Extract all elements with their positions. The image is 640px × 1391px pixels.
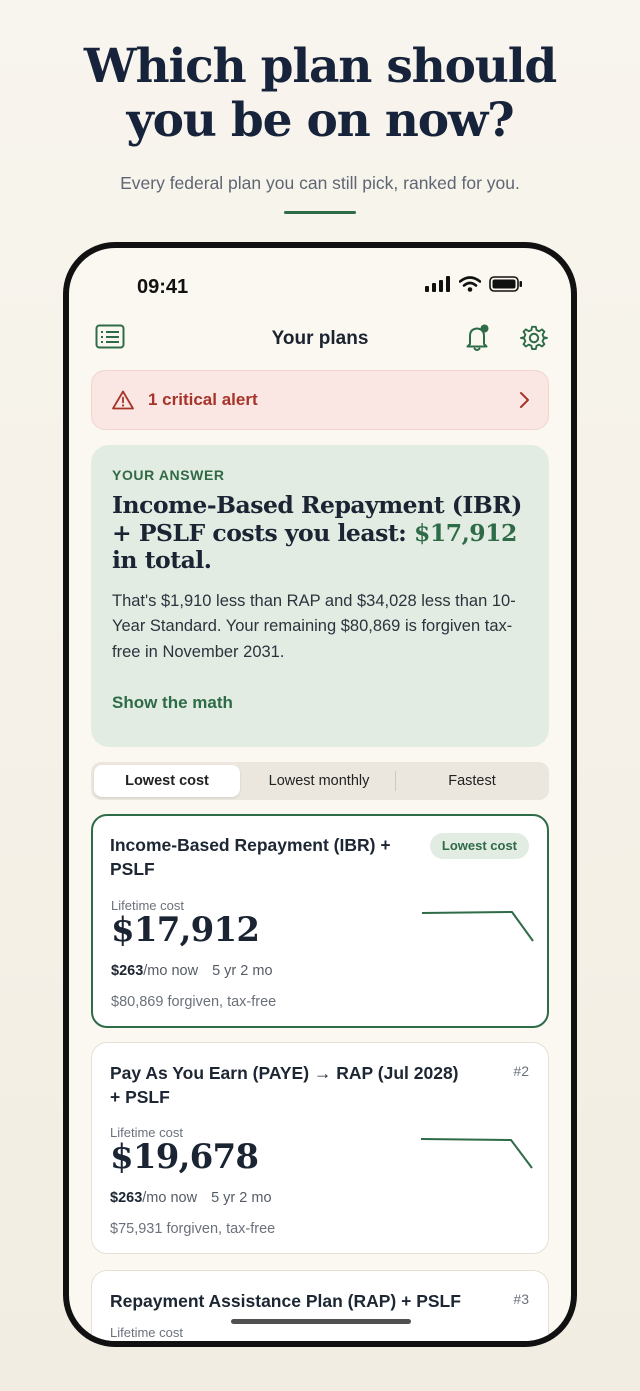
hero-subtitle: Every federal plan you can still pick, r… [120, 173, 520, 193]
plan-card-paye[interactable]: Pay As You Earn (PAYE) → RAP (Jul 2028) … [91, 1042, 549, 1254]
lifetime-cost-amount: $17,912 [111, 910, 260, 950]
bell-icon[interactable] [465, 324, 491, 352]
segment-fastest[interactable]: Fastest [398, 765, 546, 797]
alert-text: 1 critical alert [148, 390, 258, 409]
status-icons [425, 276, 523, 292]
segment-divider [395, 771, 396, 791]
warning-icon [112, 390, 134, 410]
chevron-right-icon [520, 392, 529, 408]
wifi-icon [459, 276, 481, 292]
hero-title: Which plan should you be on now? [0, 40, 640, 148]
monthly-payment: $263 [111, 963, 144, 979]
cost-sparkline [421, 911, 534, 942]
plan-rank: #2 [513, 1063, 529, 1079]
plan-title: Pay As You Earn (PAYE) → RAP (Jul 2028) … [110, 1063, 459, 1107]
plan-duration: 5 yr 2 mo [212, 963, 273, 979]
plan-card-ibr[interactable]: Income-Based Repayment (IBR) + PSLF Lowe… [91, 814, 549, 1028]
segment-lowest-cost[interactable]: Lowest cost [94, 765, 240, 797]
answer-card: YOUR ANSWER Income-Based Repayment (IBR)… [91, 445, 549, 747]
plan-rank: #3 [513, 1291, 529, 1307]
lifetime-cost-amount: $19,678 [110, 1137, 259, 1177]
hero-divider [284, 211, 356, 214]
answer-headline-post: in total. [112, 546, 212, 574]
plan-card-rap[interactable]: Repayment Assistance Plan (RAP) + PSLF #… [91, 1270, 549, 1341]
plan-title: Income-Based Repayment (IBR) + PSLF [110, 835, 391, 879]
sort-segmented-control: Lowest cost Lowest monthly Fastest [91, 762, 549, 800]
segment-lowest-monthly[interactable]: Lowest monthly [244, 765, 394, 797]
battery-icon [489, 276, 522, 292]
hero-title-line1: Which plan should [83, 39, 557, 94]
home-indicator[interactable] [231, 1319, 411, 1324]
plan-title: Repayment Assistance Plan (RAP) + PSLF [110, 1291, 461, 1311]
cost-sparkline [420, 1138, 533, 1169]
page-title: Your plans [271, 328, 369, 349]
gear-icon[interactable] [520, 324, 548, 352]
top-nav: Your plans [69, 320, 571, 360]
status-time: 09:41 [137, 276, 189, 298]
answer-kicker: YOUR ANSWER [112, 467, 225, 483]
plan-meta: $263/mo now 5 yr 2 mo [110, 1190, 272, 1206]
monthly-suffix: /mo now [143, 963, 199, 979]
lowest-cost-badge: Lowest cost [429, 833, 529, 859]
show-math-link[interactable]: Show the math [112, 693, 528, 713]
plan-meta: $263/mo now 5 yr 2 mo [111, 963, 273, 979]
hero-title-line2: you be on now? [126, 93, 515, 148]
monthly-suffix: /mo now [142, 1190, 198, 1206]
phone-screen: 09:41 Your plans 1 critical alert YOUR A… [69, 248, 571, 1341]
plan-duration: 5 yr 2 mo [211, 1190, 272, 1206]
monthly-payment: $263 [110, 1190, 143, 1206]
critical-alert-banner[interactable]: 1 critical alert [91, 370, 549, 430]
phone-frame: 09:41 Your plans 1 critical alert YOUR A… [63, 242, 577, 1347]
answer-headline: Income-Based Repayment (IBR) + PSLF cost… [112, 491, 528, 575]
forgiven-amount: $75,931 forgiven, tax-free [110, 1221, 276, 1237]
answer-body: That's $1,910 less than RAP and $34,028 … [112, 591, 516, 661]
answer-headline-amount: $17,912 [414, 518, 517, 547]
signal-icon [425, 276, 450, 292]
lifetime-cost-label: Lifetime cost [110, 1325, 183, 1340]
forgiven-amount: $80,869 forgiven, tax-free [111, 994, 277, 1010]
